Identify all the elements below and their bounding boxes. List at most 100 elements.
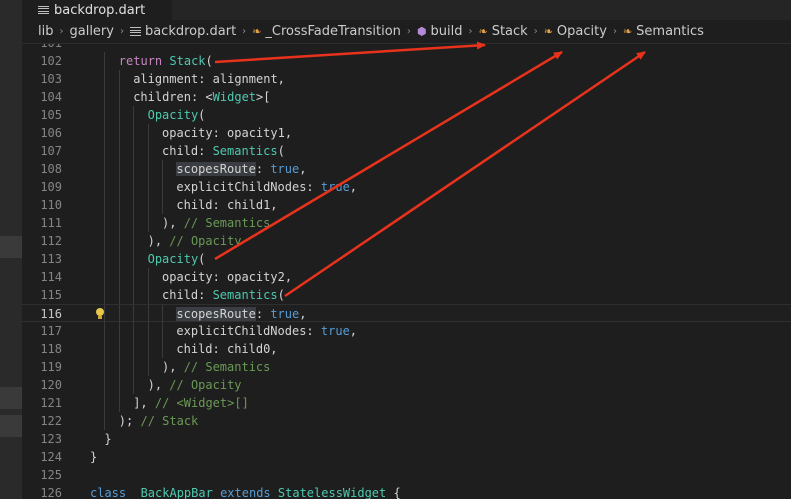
breadcrumb: lib › gallery › backdrop.dart › ❧ _CrossFadeTra… [22,20,791,44]
code-editor[interactable]: 101102return Stack(103alignment: alignme… [22,44,791,499]
code-line[interactable]: 104 children: <Widget>[ [22,88,791,106]
breadcrumb-item[interactable]: ❧ _CrossFadeTransition [252,24,401,39]
code-line[interactable]: 107 child: Semantics( [22,142,791,160]
indent-guide [147,286,149,304]
indent-guide [118,305,120,323]
code-line[interactable]: 124} [22,448,791,466]
indent-guide [104,88,106,106]
breadcrumb-label: Stack [491,24,528,39]
code-text: } [104,430,111,448]
code-line[interactable]: 126 class _BackAppBar extends StatelessWi… [22,484,791,499]
symbol-class-icon: ❧ [543,25,553,38]
indent-guide [162,178,163,196]
code-line[interactable]: 120), // Opacity [22,376,791,394]
indent-guide [104,70,106,88]
code-line[interactable]: 113 Opacity( [22,250,791,268]
code-line[interactable]: 106 opacity: opacity1, [22,124,791,142]
breadcrumb-item[interactable]: ⬢ build [417,24,463,39]
tab-bar: backdrop.dart [22,0,791,20]
file-lines-icon [38,5,49,15]
code-line[interactable]: 108 scopesRoute: true, [22,160,791,178]
code-line[interactable]: 118 child: child0, [22,340,791,358]
indent-guide [147,268,149,286]
line-number: 120 [40,378,62,392]
indent-guide [147,196,149,214]
code-text: ), // Opacity [148,232,242,250]
code-line[interactable]: 125 [22,466,791,484]
breadcrumb-label: build [430,24,463,39]
line-number: 122 [40,414,62,428]
symbol-class-icon: ❧ [252,25,262,38]
indent-guide [118,286,120,304]
activity-bar-item[interactable] [0,387,22,409]
code-line[interactable]: 115 child: Semantics( [22,286,791,304]
code-token: // Semantics [183,360,271,374]
code-token: opacity: opacity2, [162,270,293,284]
activity-bar-item[interactable] [0,415,22,437]
code-token: ), [147,234,170,248]
code-token: // Opacity [169,234,242,248]
breadcrumb-item[interactable]: ❧ Opacity [544,24,607,39]
code-line[interactable]: 114 opacity: opacity2, [22,268,791,286]
code-line[interactable]: 111), // Semantics [22,214,791,232]
code-line[interactable]: 102 return Stack( [22,52,791,70]
indent-guide [162,305,163,323]
code-line[interactable]: 117 explicitChildNodes: true, [22,322,791,340]
indent-guide [147,340,149,358]
indent-guide [104,268,106,286]
code-line[interactable]: 116 scopesRoute: true, [22,304,791,323]
line-number: 112 [40,234,62,248]
code-token: scopesRoute [176,307,256,321]
indent-guide [133,214,135,232]
code-token: opacity: opacity1, [162,126,293,140]
editor-tab[interactable]: backdrop.dart [22,0,172,20]
code-line[interactable]: 123} [22,430,791,448]
code-token: true [320,324,350,338]
indent-guide [147,178,149,196]
indent-guide [162,160,163,178]
activity-bar-item[interactable] [0,236,22,258]
code-token: ( [277,144,285,158]
indent-guide [118,322,120,340]
indent-guide [118,250,120,268]
line-number: 123 [40,432,62,446]
code-token: , [349,180,358,194]
code-token: Opacity [147,252,199,266]
code-line[interactable]: 110 child: child1, [22,196,791,214]
code-line[interactable]: 121], // <Widget>[] [22,394,791,412]
breadcrumb-item[interactable]: gallery [69,24,113,39]
code-line[interactable]: 112), // Opacity [22,232,791,250]
line-number: 102 [40,54,62,68]
code-token: class [90,486,127,499]
line-number: 109 [40,180,62,194]
breadcrumb-item[interactable]: lib [38,24,53,39]
code-line[interactable]: 122); // Stack [22,412,791,430]
indent-guide [104,106,106,124]
code-token: ); [118,414,141,428]
indent-guide [133,250,135,268]
code-line[interactable]: 109 explicitChildNodes: true, [22,178,791,196]
code-token: child: child1, [176,198,278,212]
code-token: ), [162,360,184,374]
code-text: explicitChildNodes: true, [176,178,357,196]
code-token: Stack [169,54,206,68]
code-token: , [299,162,307,176]
code-token: // Semantics [183,216,271,230]
line-number: 125 [40,468,62,482]
code-line[interactable]: 105 Opacity( [22,106,791,124]
code-token: ), [147,378,170,392]
code-line[interactable]: 119), // Semantics [22,358,791,376]
breadcrumb-item[interactable]: ❧ Semantics [623,24,704,39]
breadcrumb-item[interactable]: ❧ Stack [478,24,527,39]
code-token: child: [162,144,213,158]
code-line[interactable]: 103 alignment: alignment, [22,70,791,88]
code-token: Semantics [212,288,278,302]
breadcrumb-item[interactable]: backdrop.dart [129,24,236,39]
code-text: scopesRoute: true, [176,305,306,323]
code-token: Semantics [212,144,278,158]
code-text: explicitChildNodes: true, [176,322,357,340]
code-line[interactable]: 101 [22,44,791,52]
line-number: 113 [40,252,62,266]
lightbulb-icon[interactable] [94,305,108,323]
